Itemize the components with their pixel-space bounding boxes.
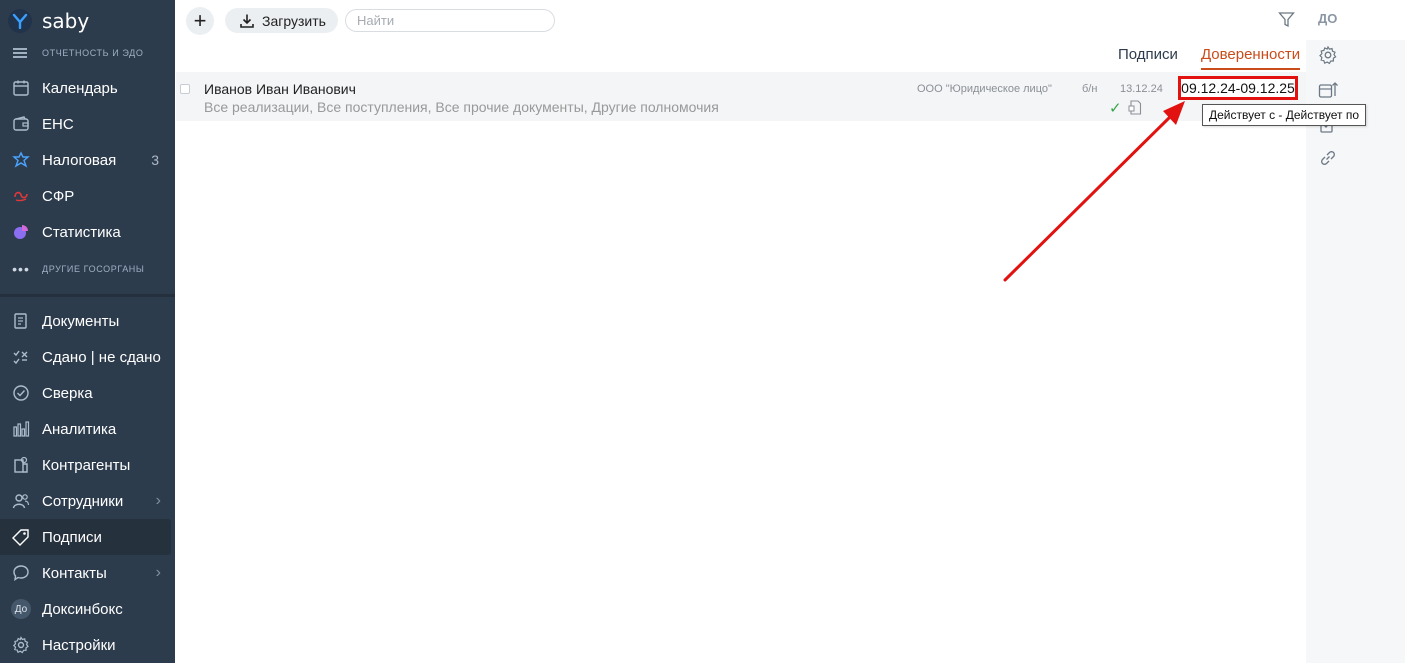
right-panel xyxy=(1306,40,1405,663)
bar-chart-icon xyxy=(0,420,42,438)
sidebar: saby ОТЧЕТНОСТЬ И ЭДО Календарь ЕНС Нало… xyxy=(0,0,175,663)
chat-icon xyxy=(0,564,42,582)
sidebar-item-counterparties[interactable]: Контрагенты xyxy=(0,447,175,483)
sidebar-item-doxinbox[interactable]: До Доксинбокс xyxy=(0,591,175,627)
sidebar-item-statistics[interactable]: Статистика xyxy=(0,214,175,250)
sidebar-item-sfr[interactable]: СФР xyxy=(0,178,175,214)
doxinbox-icon: До xyxy=(0,599,42,619)
sidebar-item-reconciliation[interactable]: Сверка xyxy=(0,375,175,411)
document-attachment-icon[interactable] xyxy=(1128,100,1142,115)
notification-count: 3 xyxy=(151,152,159,168)
verify-icon xyxy=(0,384,42,402)
pie-chart-icon xyxy=(0,223,42,241)
tab-powers-of-attorney[interactable]: Доверенности xyxy=(1200,46,1301,70)
upload-button[interactable]: Загрузить xyxy=(225,8,338,33)
chevron-right-icon[interactable]: › xyxy=(156,564,161,582)
logo[interactable]: saby xyxy=(8,8,89,34)
document-number: б/н xyxy=(1082,83,1098,95)
search-input[interactable] xyxy=(345,9,555,32)
more-dots-icon: ••• xyxy=(12,261,30,277)
section-header[interactable]: ОТЧЕТНОСТЬ И ЭДО xyxy=(0,44,175,62)
sidebar-item-label: Сдано | не сдано xyxy=(42,348,161,366)
sidebar-item-label: Сверка xyxy=(42,384,93,402)
download-icon xyxy=(240,14,254,28)
sidebar-item-calendar[interactable]: Календарь xyxy=(0,70,175,106)
sidebar-item-more[interactable]: ••• ДРУГИЕ ГОСОРГАНЫ xyxy=(0,259,175,279)
sidebar-item-label: Статистика xyxy=(42,223,121,241)
section-label: ОТЧЕТНОСТЬ И ЭДО xyxy=(42,48,144,58)
tag-icon xyxy=(0,528,42,546)
tab-signatures[interactable]: Подписи xyxy=(1118,46,1178,68)
table-row[interactable]: Иванов Иван Иванович Все реализации, Все… xyxy=(176,72,1306,121)
link-icon[interactable] xyxy=(1318,148,1338,168)
logo-text: saby xyxy=(42,9,90,33)
person-name: Иванов Иван Иванович xyxy=(204,81,356,97)
sidebar-item-label: СФР xyxy=(42,187,75,205)
doxinbox-badge: До xyxy=(11,599,31,619)
checklist-icon xyxy=(0,348,42,366)
settings-gear-icon[interactable] xyxy=(1318,45,1338,65)
document-date: 13.12.24 xyxy=(1120,83,1163,95)
organization: ООО "Юридическое лицо" xyxy=(917,83,1052,95)
validity-period: 09.12.24-09.12.25 xyxy=(1178,76,1298,100)
sidebar-item-label: Доксинбокс xyxy=(42,600,123,618)
sfr-icon xyxy=(0,187,42,205)
sidebar-item-label: ЕНС xyxy=(42,115,74,133)
document-icon xyxy=(0,312,42,330)
upload-label: Загрузить xyxy=(262,12,326,29)
row-checkbox[interactable] xyxy=(180,84,190,94)
sidebar-item-label: Настройки xyxy=(42,636,116,654)
sidebar-item-label: Контакты xyxy=(42,564,107,582)
building-icon xyxy=(0,456,42,474)
sidebar-item-label: Документы xyxy=(42,312,120,330)
sidebar-item-tax[interactable]: Налоговая 3 xyxy=(0,142,175,178)
sidebar-item-label: Сотрудники xyxy=(42,492,124,510)
tax-icon xyxy=(0,151,42,169)
tooltip: Действует с - Действует по xyxy=(1202,104,1366,126)
sidebar-item-ens[interactable]: ЕНС xyxy=(0,106,175,142)
row-description: Все реализации, Все поступления, Все про… xyxy=(204,99,719,115)
add-button[interactable]: + xyxy=(186,7,214,35)
sidebar-item-label: Подписи xyxy=(42,528,102,546)
calendar-icon xyxy=(0,79,42,97)
sidebar-item-label: Контрагенты xyxy=(42,456,131,474)
menu-icon[interactable] xyxy=(13,46,27,60)
sidebar-item-settings[interactable]: Настройки xyxy=(0,627,175,663)
wallet-icon xyxy=(0,115,42,133)
chevron-right-icon[interactable]: › xyxy=(156,492,161,510)
sidebar-item-employees[interactable]: Сотрудники › xyxy=(0,483,175,519)
sidebar-divider xyxy=(0,294,175,297)
more-label: ДРУГИЕ ГОСОРГАНЫ xyxy=(42,264,145,274)
people-icon xyxy=(0,492,42,510)
sidebar-item-label: Налоговая xyxy=(42,151,117,169)
tabs: Подписи Доверенности xyxy=(1118,46,1301,70)
sidebar-item-analytics[interactable]: Аналитика xyxy=(0,411,175,447)
check-icon: ✓ xyxy=(1109,100,1122,117)
sidebar-item-signatures[interactable]: Подписи xyxy=(0,519,171,555)
sidebar-item-submitted[interactable]: Сдано | не сдано xyxy=(0,339,175,375)
sidebar-item-documents[interactable]: Документы xyxy=(0,303,175,339)
sidebar-item-contacts[interactable]: Контакты › xyxy=(0,555,175,591)
settings-gear-icon xyxy=(0,636,42,654)
filter-icon[interactable] xyxy=(1278,11,1295,28)
saby-logo-icon xyxy=(8,9,32,33)
sidebar-item-label: Календарь xyxy=(42,79,118,97)
calendar-sort-icon[interactable] xyxy=(1318,80,1338,100)
sidebar-item-label: Аналитика xyxy=(42,420,117,438)
do-label[interactable]: ДО xyxy=(1318,11,1337,26)
